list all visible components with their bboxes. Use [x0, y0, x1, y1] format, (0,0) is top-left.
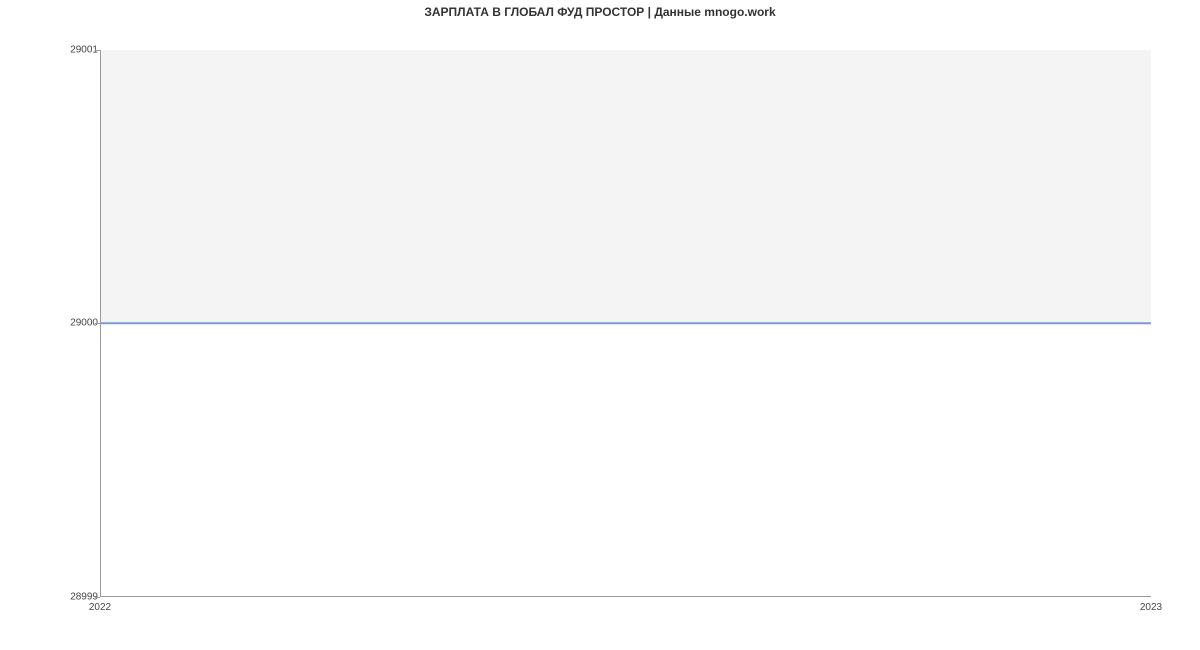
y-tick-mark [95, 597, 100, 598]
y-tick-label: 28999 [70, 592, 98, 603]
x-tick-label: 2022 [89, 602, 111, 613]
x-tick-label: 2023 [1140, 602, 1162, 613]
chart-container: ЗАРПЛАТА В ГЛОБАЛ ФУД ПРОСТОР | Данные m… [0, 0, 1200, 650]
plot-area [100, 50, 1151, 597]
chart-title: ЗАРПЛАТА В ГЛОБАЛ ФУД ПРОСТОР | Данные m… [0, 5, 1200, 19]
data-line [101, 322, 1151, 324]
y-tick-label: 29000 [70, 318, 98, 329]
y-tick-label: 29001 [70, 45, 98, 56]
area-fill [101, 50, 1151, 323]
